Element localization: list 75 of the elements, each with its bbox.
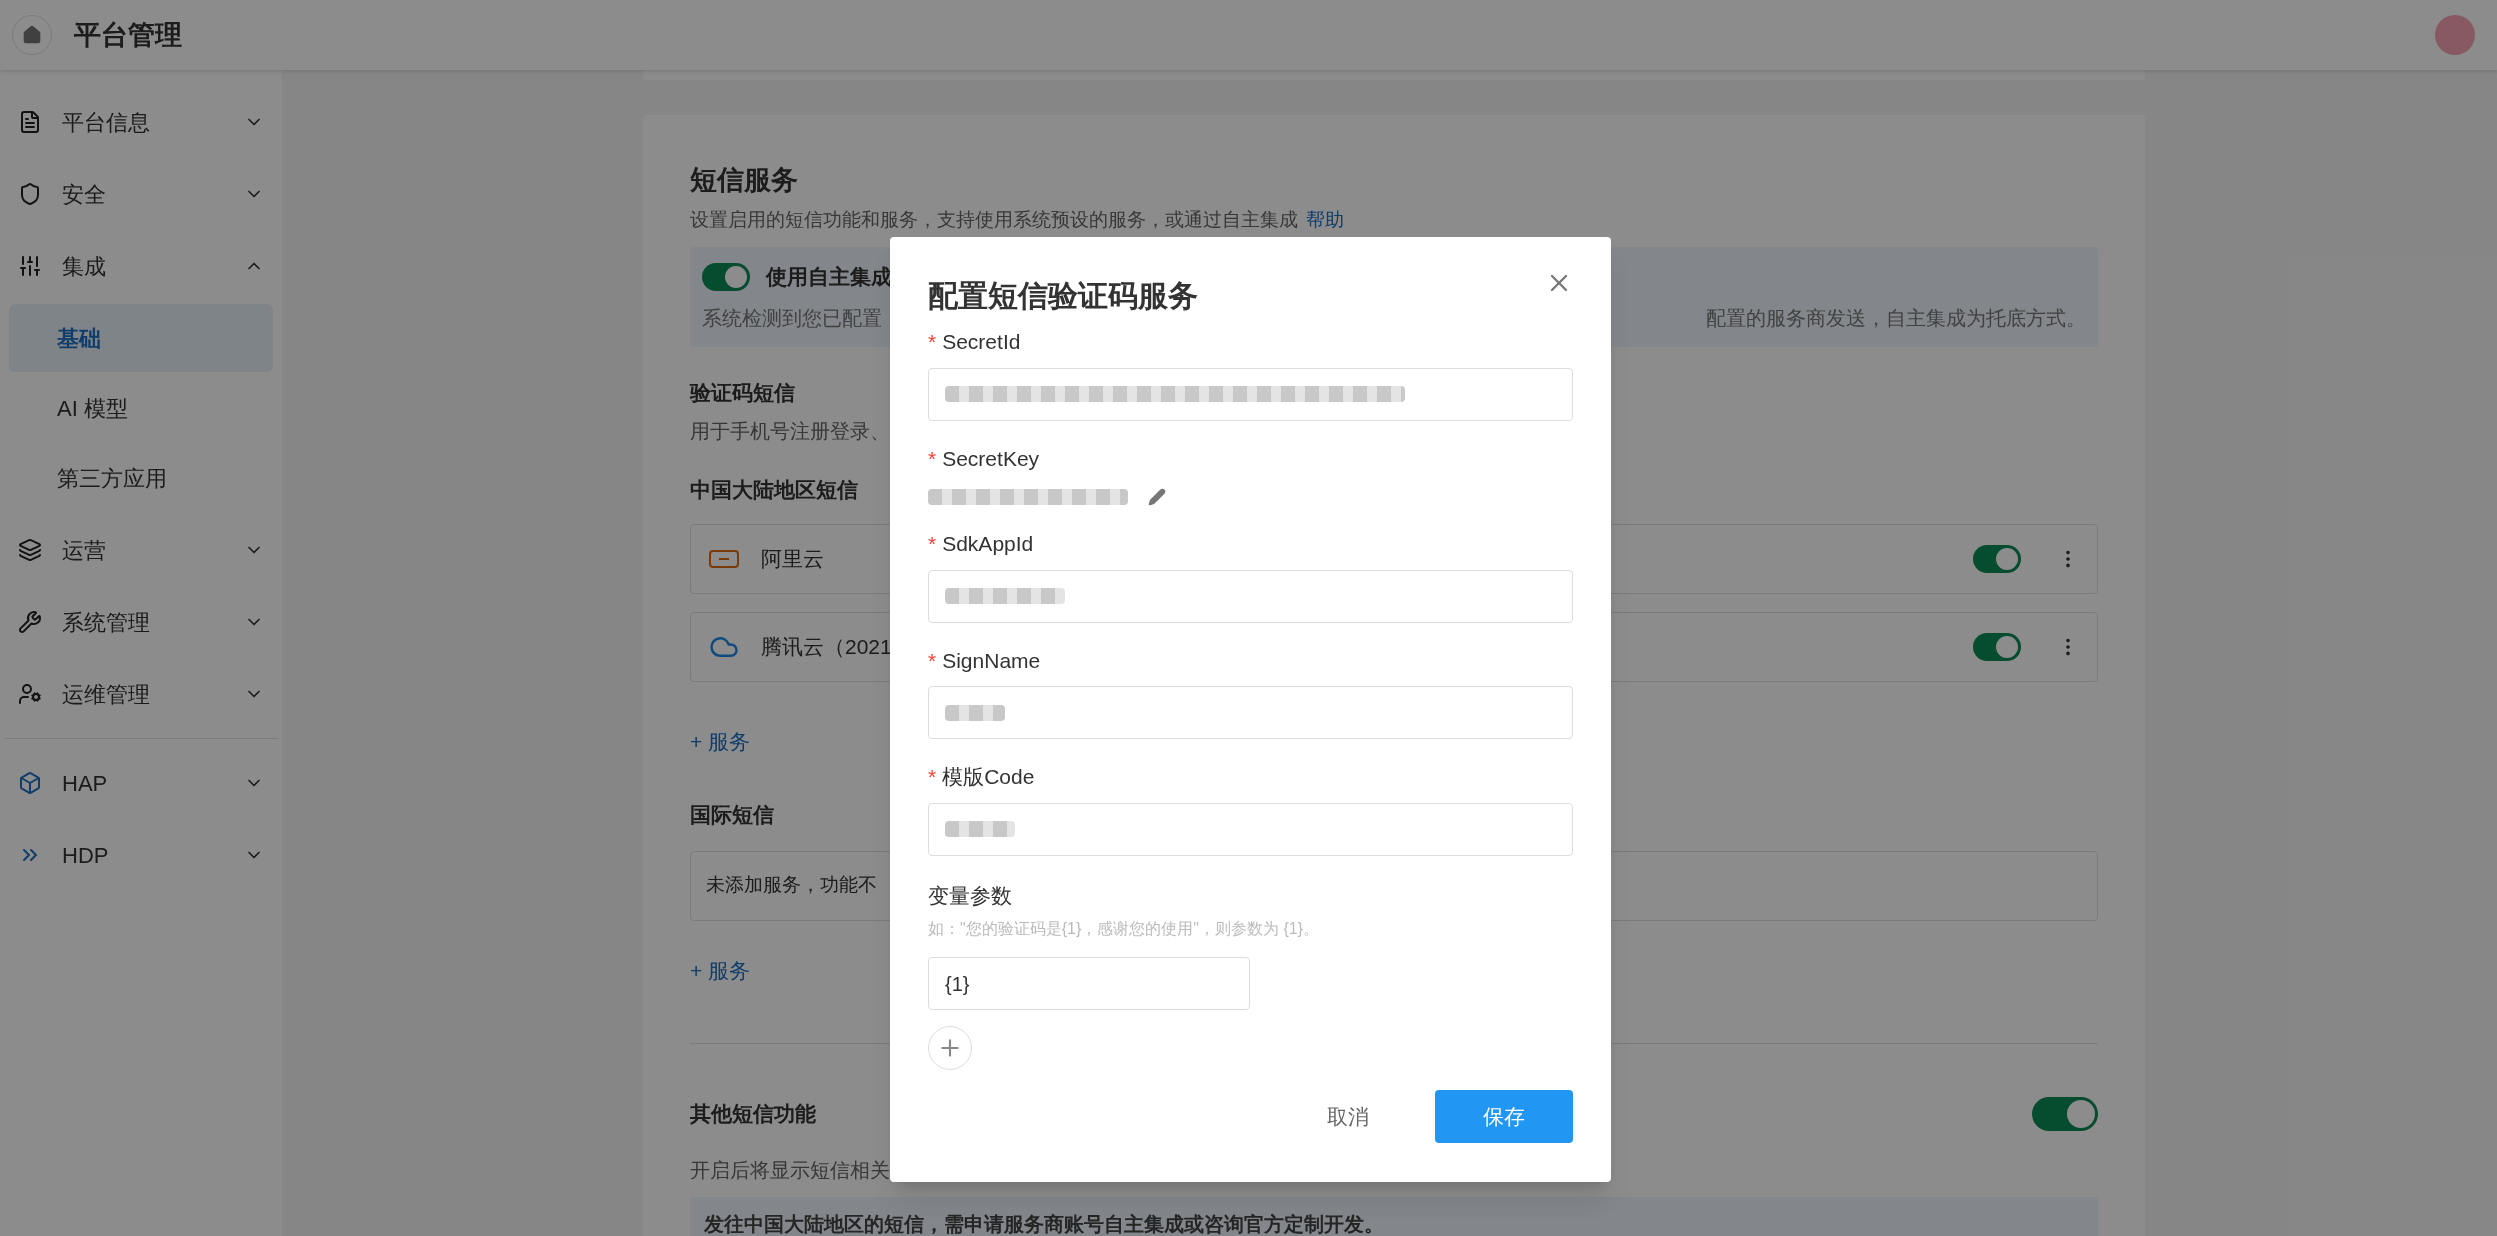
provider-name: 阿里云 [761,545,824,572]
field-label: SecretId [942,329,1021,355]
save-button[interactable]: 保存 [1435,1090,1573,1143]
required-mark: * [928,647,937,674]
sidebar-label: 安全 [62,180,107,209]
field-label: SecretKey [942,445,1040,472]
required-mark: * [928,329,937,355]
notice-banner: 发往中国大陆地区的短信，需申请服务商账号自主集成或咨询官方定制开发。 [690,1197,2098,1236]
sidebar-icon [18,771,42,795]
required-mark: * [928,531,937,557]
input-field[interactable] [928,802,1573,856]
sidebar-item[interactable]: 运营 [0,514,282,586]
group-description: 开启后将显示短信相关 [690,1158,890,1183]
sidebar-icon [18,610,42,634]
section-title: 短信服务 [690,164,798,197]
sidebar-subitem[interactable]: 第三方应用 [9,444,273,512]
group-title: 国际短信 [690,802,774,828]
provider-name: 腾讯云（2021 [761,633,892,660]
banner-label: 使用自主集成 [766,264,892,290]
sidebar-item[interactable]: HAP [0,747,282,819]
variable-input[interactable]: {1} [928,957,1250,1010]
bracket-logo-icon [709,549,739,568]
field-label: 变量参数 [928,882,1013,909]
edit-icon[interactable] [1148,488,1166,506]
sidebar-icon [18,682,42,706]
sidebar-subitem[interactable]: 基础 [9,304,273,372]
add-service-link[interactable]: + 服务 [690,954,751,986]
banner-description: 配置的服务商发送，自主集成为托底方式。 [1706,305,2086,331]
input-field[interactable] [928,686,1573,739]
sidebar-icon [18,538,42,562]
group-title: 其他短信功能 [690,1101,816,1128]
sidebar-item[interactable]: HDP [0,819,282,891]
field-label: SignName [942,647,1041,674]
required-mark: * [928,764,937,790]
redacted-value [945,704,1005,721]
help-link[interactable]: 帮助 [1306,209,1344,231]
home-icon [22,25,42,45]
page-title: 平台管理 [74,18,182,52]
sidebar-item[interactable]: 平台信息 [0,86,282,158]
sidebar-label: 平台信息 [62,108,151,137]
banner-description: 系统检测到您已配置 [702,305,882,331]
sidebar-item[interactable]: 安全 [0,158,282,230]
input-field[interactable] [928,367,1573,421]
subsection-description: 用于手机号注册登录、 [690,419,890,444]
toggle-switch[interactable] [1973,632,2021,661]
sidebar-item[interactable]: 系统管理 [0,586,282,658]
redacted-value [945,821,1015,837]
cancel-button[interactable]: 取消 [1301,1090,1395,1143]
sidebar-subitem[interactable]: AI 模型 [9,374,273,442]
sidebar-label: HDP [62,841,110,870]
sidebar-item[interactable]: 集成 [0,230,282,302]
toggle-switch[interactable] [2032,1097,2098,1131]
sidebar-label: 运维管理 [62,680,151,709]
field-label: SdkAppId [942,531,1034,557]
subsection-title: 验证码短信 [690,379,795,406]
add-service-link[interactable]: + 服务 [690,725,751,757]
group-title: 中国大陆地区短信 [690,477,858,503]
input-field[interactable] [928,569,1573,623]
sidebar-label: 集成 [62,252,107,281]
sidebar-item[interactable]: 运维管理 [0,658,282,730]
sidebar-icon [18,254,42,278]
sidebar-icon [18,182,42,206]
sidebar-icon [18,110,42,134]
toggle-switch[interactable] [1973,544,2021,573]
field-label: 模版Code [942,764,1035,790]
section-description: 设置启用的短信功能和服务，支持使用系统预设的服务，或通过自主集成 [690,209,1298,231]
sidebar-label: 系统管理 [62,608,151,637]
empty-text: 未添加服务，功能不 [706,873,877,898]
toggle-switch[interactable] [702,262,750,291]
field-hint: 如："您的验证码是{1}，感谢您的使用"，则参数为 {1}。 [928,919,1320,939]
sidebar-label: HAP [62,769,109,798]
dialog-title: 配置短信验证码服务 [928,278,1198,314]
required-mark: * [928,445,937,472]
sidebar-label: 运营 [62,536,107,565]
avatar[interactable] [2435,15,2475,55]
